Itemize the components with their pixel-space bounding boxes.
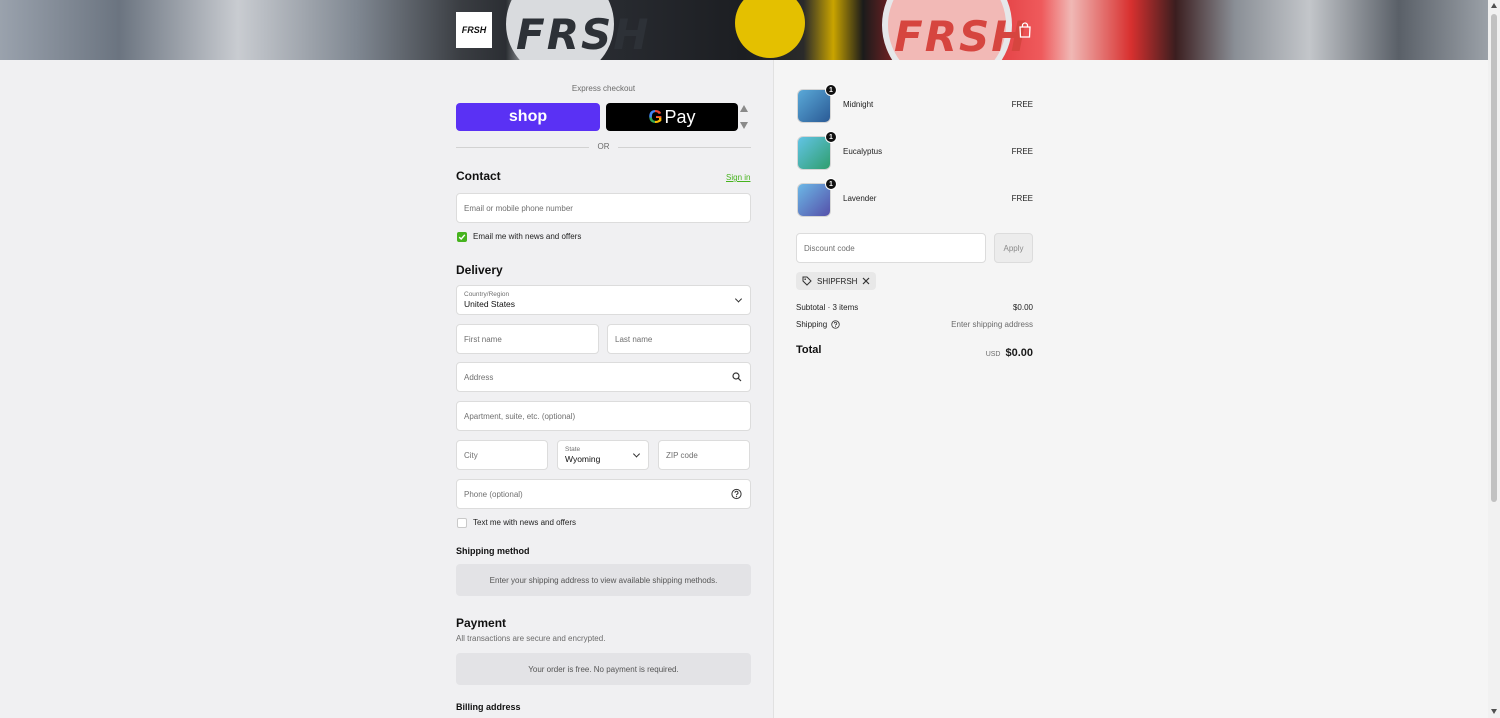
header-banner: FRSH FRSH	[0, 0, 1488, 60]
subtotal-value: $0.00	[1012, 303, 1033, 312]
payment-message: Your order is free. No payment is requir…	[528, 664, 679, 674]
scroll-up-arrow-icon[interactable]	[1491, 3, 1497, 8]
item-name: Lavender	[843, 194, 877, 203]
item-price: FREE	[1011, 194, 1033, 203]
close-icon[interactable]	[862, 277, 870, 285]
arrow-up-icon[interactable]	[740, 105, 748, 112]
apartment-field[interactable]: Apartment, suite, etc. (optional)	[456, 401, 751, 431]
zip-placeholder: ZIP code	[666, 450, 698, 460]
google-g-icon: G	[648, 106, 663, 127]
chevron-down-icon	[632, 450, 641, 458]
shipping-label: Shipping	[796, 320, 828, 329]
total-currency: USD	[985, 351, 1001, 358]
banner-decoration	[735, 0, 805, 58]
shipping-value: Enter shipping address	[951, 320, 1033, 329]
discount-tag: SHIPFRSH	[796, 272, 877, 290]
state-select[interactable]: State Wyoming	[557, 440, 649, 470]
phone-field[interactable]: Phone (optional)	[456, 479, 751, 509]
payment-subtitle: All transactions are secure and encrypte…	[456, 634, 606, 643]
google-pay-label: Pay	[664, 106, 696, 127]
state-value: Wyoming	[565, 454, 601, 464]
apply-label: Apply	[1003, 243, 1024, 253]
shipping-row-label: Shipping	[796, 320, 840, 329]
state-label: State	[565, 446, 581, 453]
total-value: $0.00	[1005, 347, 1033, 359]
first-name-placeholder: First name	[464, 334, 502, 344]
last-name-placeholder: Last name	[615, 334, 653, 344]
zip-field[interactable]: ZIP code	[658, 440, 750, 470]
or-label: OR	[597, 142, 610, 151]
city-placeholder: City	[464, 450, 478, 460]
payment-notice: Your order is free. No payment is requir…	[456, 653, 751, 685]
search-icon	[732, 372, 742, 382]
apply-discount-button[interactable]: Apply	[994, 233, 1033, 263]
chevron-down-icon	[734, 295, 743, 303]
help-icon[interactable]	[731, 488, 742, 500]
google-pay-button[interactable]: G Pay	[606, 103, 738, 131]
country-select[interactable]: Country/Region United States	[456, 285, 751, 315]
payment-heading: Payment	[456, 616, 507, 630]
shipping-method-notice: Enter your shipping address to view avai…	[456, 564, 751, 596]
shop-pay-button[interactable]: shop	[456, 103, 600, 131]
subtotal-label: Subtotal · 3 items	[796, 303, 859, 312]
order-summary-panel	[773, 60, 1488, 718]
country-label: Country/Region	[464, 291, 510, 298]
first-name-field[interactable]: First name	[456, 324, 599, 354]
arrow-down-icon[interactable]	[740, 122, 748, 129]
scroll-down-arrow-icon[interactable]	[1491, 709, 1497, 714]
tag-icon	[802, 276, 812, 286]
email-newsletter-label: Email me with news and offers	[473, 232, 582, 241]
item-price: FREE	[1011, 147, 1033, 156]
item-price: FREE	[1011, 100, 1033, 109]
city-field[interactable]: City	[456, 440, 548, 470]
shipping-method-message: Enter your shipping address to view avai…	[489, 575, 718, 585]
last-name-field[interactable]: Last name	[607, 324, 751, 354]
shipping-method-heading: Shipping method	[456, 546, 530, 556]
email-newsletter-checkbox[interactable]	[457, 232, 467, 242]
phone-placeholder: Phone (optional)	[464, 489, 523, 499]
banner-brand-text: FRSH	[516, 10, 651, 59]
item-name: Eucalyptus	[843, 147, 883, 156]
quantity-badge: 1	[825, 84, 837, 96]
total-label: Total	[796, 344, 822, 356]
total-amount: USD $0.00	[933, 343, 1033, 361]
quantity-badge: 1	[825, 131, 837, 143]
shop-pay-label: shop	[508, 108, 548, 125]
or-divider: OR	[456, 142, 751, 152]
discount-tag-code: SHIPFRSH	[817, 276, 858, 286]
country-value: United States	[464, 299, 516, 309]
express-checkout-label: Express checkout	[571, 84, 636, 93]
page-scrollbar[interactable]	[1488, 0, 1500, 718]
quantity-badge: 1	[825, 178, 837, 190]
scrollbar-thumb[interactable]	[1491, 14, 1497, 502]
item-name: Midnight	[843, 100, 874, 109]
banner-brand-text: FRSH	[894, 12, 1029, 60]
discount-placeholder: Discount code	[804, 243, 855, 253]
address-field[interactable]: Address	[456, 362, 751, 392]
shopping-bag-icon[interactable]	[1018, 22, 1032, 38]
express-scroll-arrows[interactable]	[740, 105, 748, 129]
discount-code-field[interactable]: Discount code	[796, 233, 986, 263]
help-icon[interactable]	[831, 320, 840, 329]
email-placeholder: Email or mobile phone number	[464, 203, 573, 213]
sms-newsletter-checkbox[interactable]	[457, 518, 467, 528]
contact-heading: Contact	[456, 169, 501, 183]
email-field[interactable]: Email or mobile phone number	[456, 193, 751, 223]
sms-newsletter-label: Text me with news and offers	[473, 518, 577, 527]
checkmark-icon	[458, 234, 466, 241]
apartment-placeholder: Apartment, suite, etc. (optional)	[464, 411, 576, 421]
delivery-heading: Delivery	[456, 263, 503, 277]
sign-in-link[interactable]: Sign in	[726, 173, 750, 182]
billing-address-heading: Billing address	[456, 702, 521, 712]
address-placeholder: Address	[464, 372, 494, 382]
store-logo[interactable]: FRSH	[456, 12, 492, 48]
logo-text: FRSH	[461, 25, 487, 35]
